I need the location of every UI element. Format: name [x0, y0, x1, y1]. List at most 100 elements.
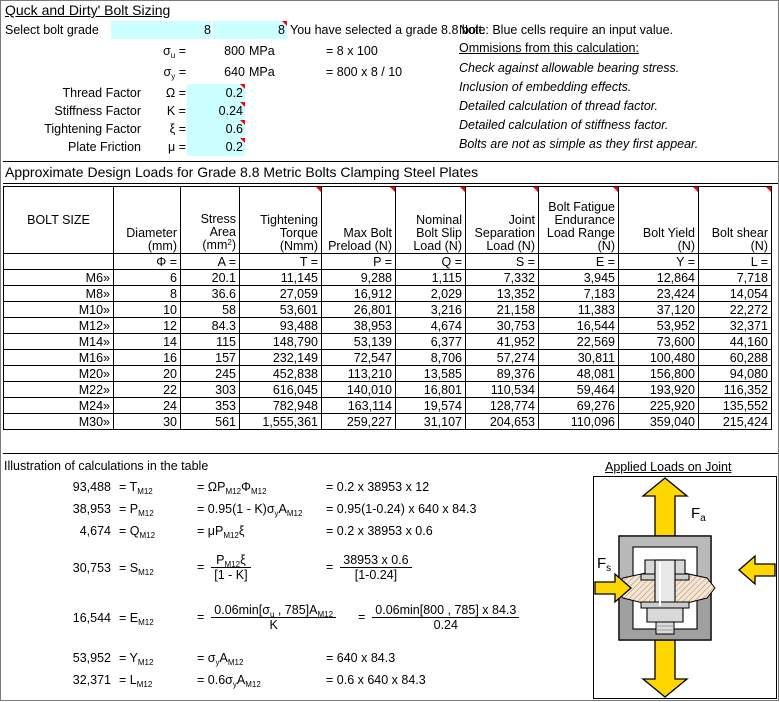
sigma-y-symbol: σy = — [163, 65, 187, 81]
col-header-bolt-size-label: BOLT SIZE — [27, 212, 90, 227]
bolt-size-cell[interactable]: M8» — [3, 285, 114, 302]
bolt-size-cell[interactable]: M22» — [3, 381, 114, 398]
calc-formula-Q: = μPM12ξ — [197, 524, 245, 540]
data-cell: 6,377 — [395, 333, 466, 350]
symbol-cell-endurance: E = — [538, 253, 619, 270]
calc-numeric-eq-S: = — [326, 559, 337, 574]
bolt-size-cell[interactable]: M12» — [3, 317, 114, 334]
bolt-size-cell[interactable]: M24» — [3, 397, 114, 414]
stiffness-factor-input[interactable]: 0.24 — [187, 102, 245, 120]
col-header-bolt-shear: Bolt shear (N) — [698, 186, 772, 254]
data-cell: 16,544 — [538, 317, 619, 334]
tightening-factor-input[interactable]: 0.6 — [187, 120, 245, 138]
data-cell: 110,534 — [465, 381, 539, 398]
data-cell: 30 — [113, 413, 181, 430]
bolt-size-cell[interactable]: M14» — [3, 333, 114, 350]
bolt-size-cell[interactable]: M10» — [3, 301, 114, 318]
bolt-grade-value-1[interactable]: 8 — [111, 21, 211, 39]
data-cell: 19,574 — [395, 397, 466, 414]
calc-value-T: 93,488 — [72, 480, 111, 494]
data-cell: 11,383 — [538, 301, 619, 318]
data-cell: 53,139 — [321, 333, 396, 350]
bolt-size-cell[interactable]: M30» — [3, 413, 114, 430]
symbol-cell-torque: T = — [239, 253, 322, 270]
calc-value-P: 38,953 — [72, 502, 111, 516]
col-header-bolt-yield: Bolt Yield (N) — [618, 186, 699, 254]
col-header-stress-area: Stress Area (mm2) — [180, 186, 240, 254]
col-header-bolt-size: BOLT SIZE — [3, 186, 114, 254]
calc-numeric-frac-E-numerator: 0.06min[800 , 785] x 84.3 — [372, 603, 520, 618]
table-row: M6» 6 20.1 11,145 9,288 1,115 7,332 3,945 12,864… — [3, 269, 772, 286]
data-cell: 8,706 — [395, 349, 466, 366]
data-cell: 13,585 — [395, 365, 466, 382]
table-row: M14» 14 115 148,790 53,139 6,377 41,952 22,569 7… — [3, 333, 772, 350]
data-cell: 7,332 — [465, 269, 539, 286]
thread-factor-input[interactable]: 0.2 — [187, 84, 245, 102]
data-cell: 44,160 — [698, 333, 772, 350]
calc-symbol-L: = LM12 — [119, 673, 153, 689]
calc-numeric-eq-E: = — [358, 609, 369, 624]
calc-frac-E: 0.06min[σu , 785]AM12 K — [211, 603, 337, 632]
data-cell: 57,274 — [465, 349, 539, 366]
sigma-y-unit: MPa — [249, 65, 275, 79]
section-divider-calc — [3, 453, 778, 454]
omissions-title: Ommisions from this calculation: — [459, 41, 639, 55]
calc-formula-P: = 0.95(1 - K)σyAM12 — [197, 502, 303, 518]
table-row: M24» 24 353 782,948 163,114 19,574 128,774 69,2… — [3, 397, 772, 414]
table-body: M6» 6 20.1 11,145 9,288 1,115 7,332 3,945 12,864… — [3, 269, 772, 430]
data-cell: 16 — [113, 349, 181, 366]
sigma-u-symbol: σu = — [163, 44, 186, 60]
plate-friction-input[interactable]: 0.2 — [187, 138, 245, 156]
thread-factor-symbol: Ω = — [165, 86, 186, 100]
bolt-loads-table: BOLT SIZE Diameter (mm) Stress Area (mm2) T… — [3, 186, 772, 430]
calc-numeric-frac-S-numerator: 38953 x 0.6 — [340, 553, 412, 568]
calc-symbol-Y: = YM12 — [119, 651, 154, 667]
data-cell: 12,864 — [618, 269, 699, 286]
data-cell: 8 — [113, 285, 181, 302]
data-cell: 1,115 — [395, 269, 466, 286]
data-cell: 48,081 — [538, 365, 619, 382]
data-cell: 20 — [113, 365, 181, 382]
bolt-size-cell[interactable]: M16» — [3, 349, 114, 366]
table-header-row: BOLT SIZE Diameter (mm) Stress Area (mm2) T… — [3, 186, 772, 254]
calc-numeric-S: = 38953 x 0.6 [1-0.24] — [326, 553, 412, 582]
data-cell: 193,920 — [618, 381, 699, 398]
calc-frac-S-denominator: [1 - K] — [214, 568, 248, 582]
bolt-size-cell[interactable]: M20» — [3, 365, 114, 382]
data-cell: 782,948 — [239, 397, 322, 414]
calc-numeric-frac-S-denominator: [1-0.24] — [354, 568, 398, 582]
omission-item-1: Check against allowable bearing stress. — [459, 61, 680, 75]
calc-symbol-Q: = QM12 — [119, 524, 156, 540]
bolt-size-cell[interactable]: M6» — [3, 269, 114, 286]
data-cell: 37,120 — [618, 301, 699, 318]
data-cell: 353 — [180, 397, 240, 414]
data-cell: 14 — [113, 333, 181, 350]
data-cell: 20.1 — [180, 269, 240, 286]
data-cell: 31,107 — [395, 413, 466, 430]
calc-numeric-frac-S: 38953 x 0.6 [1-0.24] — [340, 553, 412, 582]
bolt-grade-value-2[interactable]: 8 — [213, 21, 287, 39]
calc-formula-L: = 0.6σyAM12 — [197, 673, 261, 689]
table-row: M8» 8 36.6 27,059 16,912 2,029 13,352 7,183 23,4… — [3, 285, 772, 302]
data-cell: 13,352 — [465, 285, 539, 302]
table-row: M22» 22 303 616,045 140,010 16,801 110,534 59,4… — [3, 381, 772, 398]
col-header-joint-separation-load: Joint Separation Load (N) — [465, 186, 539, 254]
calc-frac-E-numerator: 0.06min[σu , 785]AM12 — [211, 603, 337, 619]
calc-numeric-E: = 0.06min[800 , 785] x 84.3 0.24 — [358, 603, 520, 632]
data-cell: 73,600 — [618, 333, 699, 350]
col-header-tightening-torque: Tightening Torque (Nmm) — [239, 186, 322, 254]
data-cell: 24 — [113, 397, 181, 414]
data-cell: 93,488 — [239, 317, 322, 334]
symbol-cell-area: A = — [180, 253, 240, 270]
spreadsheet-page: Quck and Dirty' Bolt Sizing Select bolt … — [0, 0, 779, 701]
table-row: M20» 20 245 452,838 113,210 13,585 89,376 48,08… — [3, 365, 772, 382]
data-cell: 616,045 — [239, 381, 322, 398]
symbol-cell-slip: Q = — [395, 253, 466, 270]
plate-friction-symbol: μ = — [168, 140, 186, 154]
omission-item-5: Bolts are not as simple as they first ap… — [459, 137, 699, 151]
data-cell: 30,811 — [538, 349, 619, 366]
data-cell: 32,371 — [698, 317, 772, 334]
symbol-cell-preload: P = — [321, 253, 396, 270]
symbol-cell-shear: L = — [698, 253, 772, 270]
data-cell: 58 — [180, 301, 240, 318]
